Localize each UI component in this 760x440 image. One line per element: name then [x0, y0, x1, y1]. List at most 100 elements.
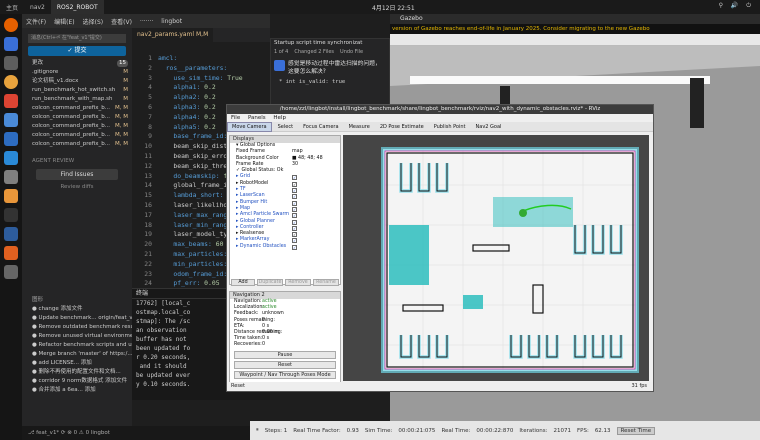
changed-file-item[interactable]: .gitignore M [22, 68, 132, 77]
help-icon[interactable] [4, 113, 18, 127]
system-clock[interactable]: 4月12日 22:51 [372, 3, 415, 12]
file-name: run_benchmark_with_map.sh [32, 96, 113, 102]
undo-file-button[interactable]: Undo File [340, 48, 363, 57]
display-checkbox[interactable]: ✓ [292, 232, 297, 238]
display-checkbox[interactable]: ✓ [292, 238, 297, 244]
vscode-icon[interactable] [4, 151, 18, 165]
move-camera-tool[interactable]: Move Camera [227, 121, 272, 132]
files-icon[interactable] [4, 56, 18, 70]
select-tool[interactable]: Select [274, 123, 297, 131]
yaml-key: amcl: [158, 54, 178, 62]
menu-rviz-file[interactable]: File [231, 115, 240, 121]
changed-file-item[interactable]: colcon_command_prefix_b... M, M [22, 113, 132, 122]
tab-ros2-robot[interactable]: ROS2_ROBOT [50, 0, 104, 14]
display-checkbox[interactable]: ✓ [292, 213, 297, 219]
commit-item[interactable]: ● Remove outdated benchmark result... [22, 323, 132, 332]
waypoint-mode-button[interactable]: Waypoint / Nav Through Poses Mode [234, 370, 336, 379]
firefox-icon[interactable] [4, 18, 18, 32]
find-issues-button[interactable]: Find Issues [36, 169, 118, 180]
commit-item[interactable]: ● 删除不再使用的配置文件和文档... [22, 368, 132, 377]
document-icon[interactable] [4, 132, 18, 146]
line-number: 11 [144, 151, 152, 160]
display-checkbox[interactable]: ✓ [292, 194, 297, 200]
tab-home[interactable]: 主页 [0, 0, 24, 14]
measure-tool[interactable]: Measure [345, 123, 374, 131]
review-diffs-link[interactable]: Review diffs [22, 183, 132, 192]
chat-changed-files[interactable]: Changed 2 Files [294, 48, 334, 57]
changed-file-item[interactable]: colcon_command_prefix_b... M, M [22, 122, 132, 131]
menu-edit[interactable]: 编辑(E) [50, 17, 78, 26]
menu-rviz-help[interactable]: Help [273, 115, 286, 121]
gazebo-toolbar[interactable] [390, 34, 760, 46]
tab-nav2[interactable]: nav2 [24, 0, 51, 14]
display-checkbox[interactable]: ✓ [292, 206, 297, 212]
line-number: 10 [144, 142, 152, 151]
menu-view[interactable]: 查看(V) [107, 17, 136, 26]
changed-file-item[interactable]: colcon_command_prefix_b... M, M [22, 140, 132, 149]
duplicate-display-button[interactable]: Duplicate [257, 279, 283, 286]
rename-display-button[interactable]: Rename [313, 279, 339, 286]
commit-item[interactable]: ● add LICENSE... 添加 [22, 359, 132, 368]
commit-item[interactable]: ● corridor 9 norm数据格式 添加文件 [22, 377, 132, 386]
changed-file-item[interactable]: colcon_command_prefix_b... M, M [22, 104, 132, 113]
yaml-value: 0.05 [200, 279, 220, 288]
rviz-reset-button[interactable]: Reset [231, 383, 245, 389]
display-checkbox[interactable]: ✓ [292, 181, 297, 187]
display-item[interactable]: ▸ Dynamic Obstacles ✓ [230, 244, 340, 250]
rviz-menubar: File Panels Help [227, 114, 653, 122]
display-checkbox[interactable]: ✓ [292, 200, 297, 206]
commit-button[interactable]: ✓ 提交 [28, 46, 126, 56]
pause-button[interactable]: Pause [234, 350, 336, 359]
commit-item[interactable]: ● Remove unused virtual environme... [22, 332, 132, 341]
trash-icon[interactable] [4, 265, 18, 279]
add-display-button[interactable]: Add [231, 279, 255, 286]
tab-nav2-params[interactable]: nav2_params.yaml M,M [132, 28, 214, 42]
reset-time-button[interactable]: Reset Time [616, 426, 656, 435]
display-checkbox[interactable]: ✓ [292, 244, 297, 250]
changes-header[interactable]: 更改 15 [22, 59, 132, 68]
line-number: 15 [144, 191, 152, 200]
menu-rviz-panels[interactable]: Panels [248, 115, 266, 121]
graph-header[interactable]: 图形 [22, 296, 132, 305]
menu-select[interactable]: 选择(S) [79, 17, 108, 26]
nav2-goal-tool[interactable]: Nav2 Goal [472, 123, 506, 131]
commit-item[interactable]: ● Update benchmark... origin/feat_v1 [22, 314, 132, 323]
display-checkbox[interactable]: ✓ [292, 219, 297, 225]
commit-item[interactable]: ● change 添加文件 [22, 305, 132, 314]
rviz-icon[interactable] [4, 227, 18, 241]
changed-file-item[interactable]: colcon_command_prefix_b... M, M [22, 131, 132, 140]
software-icon[interactable] [4, 94, 18, 108]
cursor-icon[interactable] [4, 189, 18, 203]
changed-file-item[interactable]: run_benchmark_hot_switch.sh M [22, 86, 132, 95]
pause-icon[interactable]: ⏸ [256, 427, 259, 434]
pose-estimate-tool[interactable]: 2D Pose Estimate [376, 123, 428, 131]
line-number: 21 [144, 249, 152, 258]
terminal-icon[interactable] [4, 208, 18, 222]
reset-nav-button[interactable]: Reset [234, 360, 336, 369]
nav2-key: Recoveries: [234, 342, 262, 348]
chrome-icon[interactable] [4, 37, 18, 51]
commit-message-input[interactable]: 消息(Ctrl+⏎ 在"feat_v1"提交) [28, 34, 126, 43]
rhythmbox-icon[interactable] [4, 75, 18, 89]
commit-item[interactable]: ● 合并添加 a 6ea... 添加 [22, 386, 132, 395]
publish-point-tool[interactable]: Publish Point [430, 123, 470, 131]
commit-item[interactable]: ● Merge branch 'master' of https:/... [22, 350, 132, 359]
remove-display-button[interactable]: Remove [285, 279, 311, 286]
chat-nav[interactable]: 1 of 4 [274, 48, 288, 57]
commit-item[interactable]: ● Refactor benchmark scripts and up... [22, 341, 132, 350]
line-number: 18 [144, 220, 152, 229]
focus-camera-tool[interactable]: Focus Camera [299, 123, 343, 131]
settings-icon[interactable] [4, 170, 18, 184]
changed-file-item[interactable]: 论文初稿_v1.docx M [22, 77, 132, 86]
changed-file-item[interactable]: run_benchmark_with_map.sh M [22, 95, 132, 104]
file-name: colcon_command_prefix_b... [32, 132, 110, 138]
system-tray[interactable]: ⚲ 🔊 ⏻ [719, 2, 754, 10]
rviz-3d-view[interactable] [343, 135, 649, 381]
menu-file[interactable]: 文件(F) [22, 17, 50, 26]
display-checkbox[interactable]: ✓ [292, 188, 297, 194]
display-checkbox[interactable]: ✓ [292, 225, 297, 231]
line-number: 2 [148, 63, 152, 72]
menu-more[interactable]: ······· [136, 18, 157, 25]
gazebo-icon[interactable] [4, 246, 18, 260]
display-checkbox[interactable]: ✓ [292, 175, 297, 181]
